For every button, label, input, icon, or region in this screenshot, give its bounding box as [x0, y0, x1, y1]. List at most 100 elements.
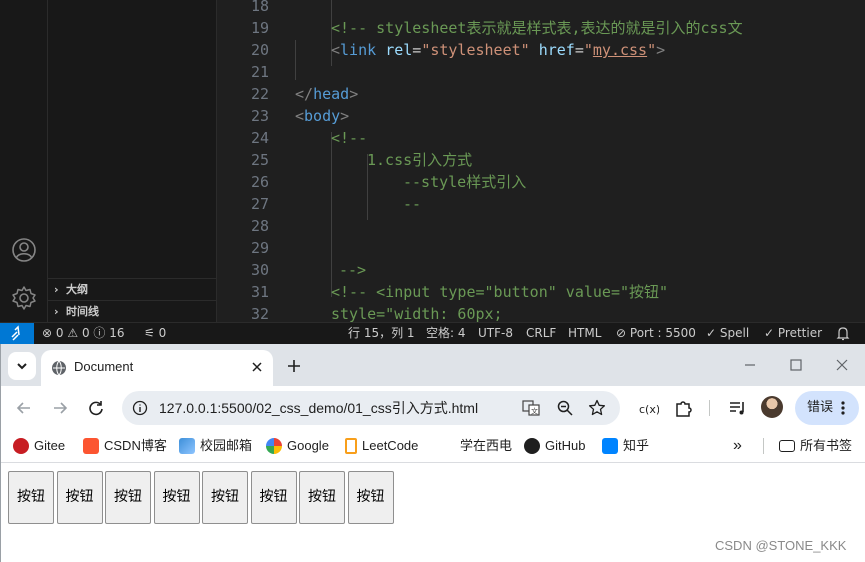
live-server-port[interactable]: ⊘ Port : 5500 [616, 323, 696, 345]
github-icon [524, 437, 540, 454]
extension-cx-icon[interactable]: c(x) [637, 397, 659, 419]
ports-indicator[interactable]: ⚟ 0 [144, 323, 166, 345]
code-token: rel [385, 41, 413, 59]
spell-check[interactable]: ✓ Spell [706, 323, 749, 345]
gear-icon[interactable] [10, 284, 38, 312]
close-window-icon[interactable] [831, 354, 853, 376]
media-playlist-icon[interactable] [727, 397, 749, 419]
page-button[interactable]: 按钮 [56, 471, 103, 524]
code-line[interactable]: 24 <!-- [217, 127, 865, 149]
reload-icon[interactable] [85, 397, 107, 419]
code-token: " [583, 41, 593, 59]
info-icon [132, 400, 148, 416]
more-bookmarks-icon[interactable]: » [733, 430, 742, 462]
outline-section[interactable]: › 大纲 [48, 278, 217, 300]
page-button[interactable]: 按钮 [105, 471, 151, 524]
bookmarks-bar: Gitee CSDN博客 校园邮箱 Google LeetCode 学在西电 G… [1, 430, 865, 463]
page-button[interactable]: 按钮 [202, 471, 248, 524]
line-number: 19 [250, 19, 269, 37]
csdn-icon [83, 437, 99, 454]
avatar[interactable] [761, 396, 783, 418]
code-line[interactable]: 21 [217, 61, 865, 83]
code-line[interactable]: 26 --style样式引入 [217, 171, 865, 193]
code-token: < [331, 41, 341, 59]
bookmark-csdn[interactable]: CSDN博客 [83, 430, 167, 462]
puzzle-icon[interactable] [673, 397, 695, 419]
translate-icon[interactable]: 文 [522, 399, 540, 417]
error-icon: ⊗ [42, 326, 53, 340]
zhihu-icon [602, 437, 618, 454]
page-button[interactable]: 按钮 [250, 471, 297, 524]
csdn-watermark: CSDN @STONE_KKK [715, 538, 847, 553]
code-line[interactable]: 19 <!-- stylesheet表示就是样式表,表达的就是引入的css文 [217, 17, 865, 39]
bell-icon[interactable] [836, 323, 850, 345]
back-arrow-icon[interactable] [13, 397, 35, 419]
line-number: 27 [250, 195, 269, 213]
prettier-status[interactable]: ✓ Prettier [764, 323, 822, 345]
bookmark-star-icon[interactable] [588, 399, 606, 417]
info-icon: ⓘ [93, 326, 106, 340]
code-line[interactable]: 32 style="width: 60px; [217, 303, 865, 322]
plus-icon[interactable] [283, 355, 305, 377]
bookmark-campus-mail[interactable]: 校园邮箱 [179, 430, 252, 462]
bookmark-gitee[interactable]: Gitee [13, 430, 65, 462]
bookmark-xidian[interactable]: 学在西电 [460, 430, 512, 462]
chevron-down-icon [17, 363, 27, 370]
svg-text:c(x): c(x) [639, 403, 659, 416]
code-line[interactable]: 27 -- [217, 193, 865, 215]
bookmark-leetcode[interactable]: LeetCode [345, 430, 418, 462]
line-number: 32 [250, 305, 269, 322]
maximize-icon[interactable] [785, 354, 807, 376]
account-icon[interactable] [10, 236, 38, 264]
code-token: <!-- stylesheet表示就是样式表,表达的就是引入的css文 [331, 19, 743, 37]
tab-title: Document [74, 359, 134, 374]
code-line[interactable]: 22 </head> [217, 83, 865, 105]
bookmark-github[interactable]: GitHub [524, 430, 585, 462]
remote-icon [11, 325, 20, 341]
double-check-icon: ✓ [764, 326, 775, 340]
bookmark-google[interactable]: Google [266, 430, 329, 462]
close-icon[interactable] [249, 359, 265, 375]
code-line[interactable]: 28 [217, 215, 865, 237]
zoom-icon[interactable] [556, 399, 574, 417]
problems-indicator[interactable]: ⊗ 0 ⚠ 0 ⓘ 16 [42, 323, 125, 345]
browser-toolbar: 127.0.0.1:5500/02_css_demo/01_css引入方式.ht… [1, 386, 865, 430]
error-status-button[interactable]: 错误 [795, 391, 859, 425]
page-button[interactable]: 按钮 [153, 471, 200, 524]
svg-text:文: 文 [531, 407, 538, 416]
bookmark-zhihu[interactable]: 知乎 [602, 430, 649, 462]
page-button[interactable]: 按钮 [299, 471, 345, 524]
code-token: link [340, 41, 377, 59]
line-code: <!-- stylesheet表示就是样式表,表达的就是引入的css文 [331, 17, 743, 39]
code-line[interactable]: 31 <!-- <input type="button" value="按钮" [217, 281, 865, 303]
code-editor[interactable]: 18 19 <!-- stylesheet表示就是样式表,表达的就是引入的css文 2… [217, 0, 865, 322]
address-bar[interactable]: 127.0.0.1:5500/02_css_demo/01_css引入方式.ht… [122, 391, 620, 425]
line-ending[interactable]: CRLF [526, 323, 556, 345]
code-line[interactable]: 18 [217, 0, 865, 17]
code-line[interactable]: 29 [217, 237, 865, 259]
page-button[interactable]: 按钮 [347, 471, 394, 524]
page-button[interactable]: 按钮 [8, 471, 54, 524]
chevron-right-icon: › [54, 305, 59, 318]
cursor-position[interactable]: 行 15，列 1 [348, 323, 415, 345]
code-line[interactable]: 23 <body> [217, 105, 865, 127]
indentation[interactable]: 空格: 4 [426, 323, 466, 345]
language-mode[interactable]: HTML [568, 323, 601, 345]
code-token: -- [403, 195, 422, 213]
code-line[interactable]: 20 <link rel="stylesheet" href="my.css"> [217, 39, 865, 61]
all-bookmarks-folder[interactable]: 所有书签 [779, 430, 852, 462]
code-line[interactable]: 25 1.css引入方式 [217, 149, 865, 171]
timeline-section[interactable]: › 时间线 [48, 300, 217, 322]
remote-indicator[interactable] [0, 323, 34, 345]
minimize-icon[interactable] [739, 354, 761, 376]
line-number: 24 [250, 129, 269, 147]
tab-document[interactable]: Document [41, 350, 273, 386]
code-line[interactable]: 30 --> [217, 259, 865, 281]
no-entry-icon: ⊘ [616, 326, 627, 340]
line-code: style="width: 60px; [331, 303, 503, 322]
tab-search-button[interactable] [8, 352, 36, 380]
encoding[interactable]: UTF-8 [478, 323, 513, 345]
forward-arrow-icon[interactable] [49, 397, 71, 419]
